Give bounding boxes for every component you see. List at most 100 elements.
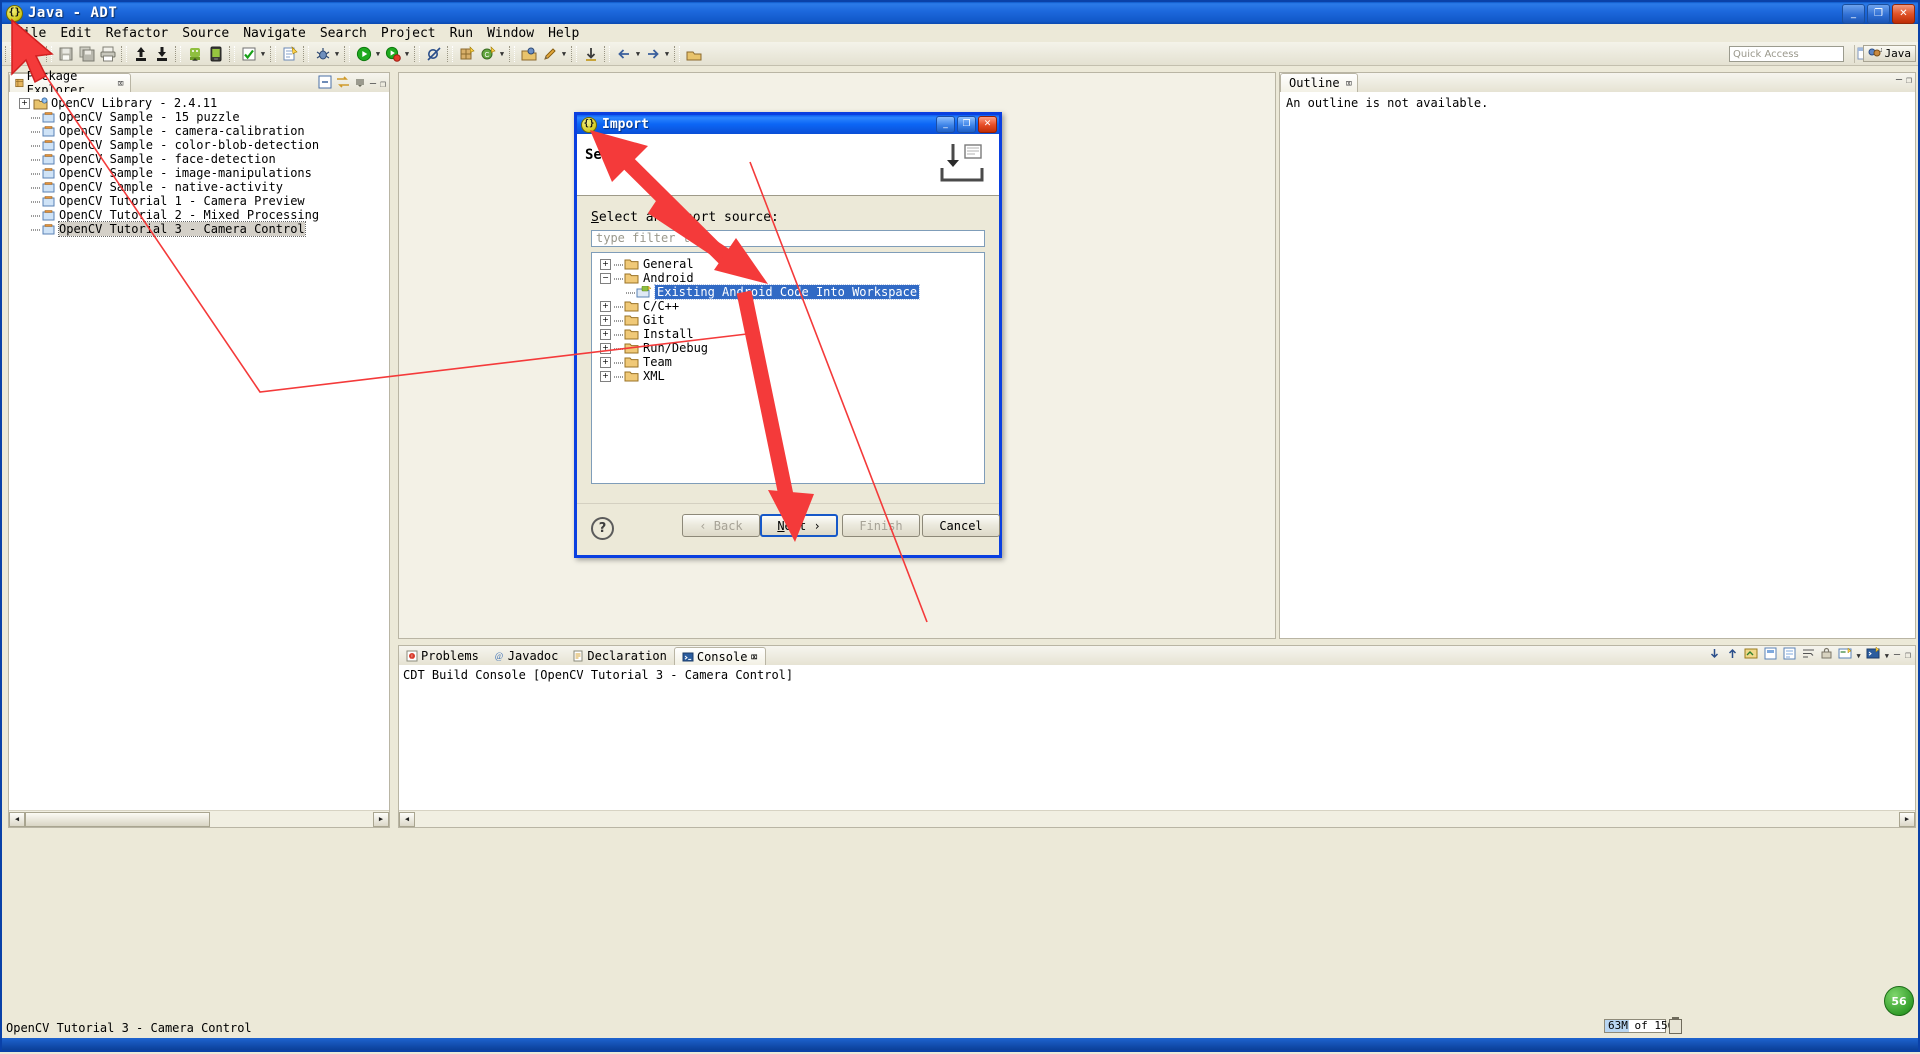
tab-javadoc[interactable]: @ Javadoc xyxy=(486,647,566,665)
minimize-icon[interactable]: ─ xyxy=(1896,75,1902,86)
clear-console-icon[interactable] xyxy=(1764,647,1778,664)
open-console-dropdown-icon[interactable]: ▼ xyxy=(1885,652,1889,660)
new-wizard-dropdown-icon[interactable]: ▼ xyxy=(35,45,43,63)
save-all-icon[interactable] xyxy=(77,44,96,63)
perspective-java-button[interactable]: J Java xyxy=(1862,45,1916,62)
view-menu-icon[interactable] xyxy=(354,76,366,92)
close-icon[interactable]: ⌧ xyxy=(750,650,757,664)
package-explorer-hscrollbar[interactable]: ◀ ▶ xyxy=(9,810,389,827)
tree-item-sample-image-manipulations[interactable]: OpenCV Sample - image-manipulations xyxy=(9,166,389,180)
dialog-maximize-button[interactable]: ❐ xyxy=(957,116,976,133)
menu-navigate[interactable]: Navigate xyxy=(236,25,313,42)
link-with-editor-icon[interactable] xyxy=(336,75,350,93)
tab-package-explorer[interactable]: Package Explorer ⌧ xyxy=(9,69,131,97)
forward-nav-dropdown-icon[interactable]: ▼ xyxy=(663,45,671,63)
finish-button[interactable]: Finish xyxy=(842,514,920,537)
pin-console-icon[interactable] xyxy=(1783,647,1797,664)
next-button[interactable]: Next › xyxy=(760,514,838,537)
new-wizard-icon[interactable] xyxy=(15,44,34,63)
expander-icon[interactable]: + xyxy=(600,328,611,340)
trash-icon[interactable] xyxy=(1669,1016,1682,1034)
open-console-icon[interactable] xyxy=(1866,646,1880,664)
run-icon[interactable] xyxy=(354,44,373,63)
tab-console[interactable]: Console ⌧ xyxy=(673,647,766,665)
menu-refactor[interactable]: Refactor xyxy=(99,25,176,42)
menu-run[interactable]: Run xyxy=(443,25,480,42)
menu-file[interactable]: File xyxy=(8,25,53,42)
hscroll-thumb[interactable] xyxy=(25,811,210,827)
dialog-tree-item-git[interactable]: + Git xyxy=(600,313,984,327)
tree-item-sample-color-blob-detection[interactable]: OpenCV Sample - color-blob-detection xyxy=(9,138,389,152)
menu-source[interactable]: Source xyxy=(175,25,236,42)
expander-icon[interactable]: + xyxy=(600,300,611,312)
scroll-right-button[interactable]: ▶ xyxy=(1899,811,1915,827)
tab-declaration[interactable]: Declaration xyxy=(565,647,673,665)
menu-search[interactable]: Search xyxy=(313,25,374,42)
menu-window[interactable]: Window xyxy=(480,25,541,42)
lint-dropdown-icon[interactable]: ▼ xyxy=(259,45,267,63)
back-nav-dropdown-icon[interactable]: ▼ xyxy=(634,45,642,63)
menu-edit[interactable]: Edit xyxy=(53,25,98,42)
scroll-down-icon[interactable] xyxy=(1708,647,1721,664)
dialog-tree-item-c-cpp[interactable]: + C/C++ xyxy=(600,299,984,313)
dialog-close-button[interactable]: ✕ xyxy=(978,116,997,133)
window-maximize-button[interactable]: ❐ xyxy=(1867,4,1890,24)
back-nav-icon[interactable] xyxy=(614,44,633,63)
back-button[interactable]: ‹ Back xyxy=(682,514,760,537)
dialog-tree-item-android[interactable]: − Android xyxy=(600,271,984,285)
dialog-tree-item-run-debug[interactable]: + Run/Debug xyxy=(600,341,984,355)
expander-icon[interactable]: + xyxy=(19,97,30,109)
tree-item-sample-native-activity[interactable]: OpenCV Sample - native-activity xyxy=(9,180,389,194)
scroll-right-button[interactable]: ▶ xyxy=(373,811,389,827)
dialog-tree-item-install[interactable]: + Install xyxy=(600,327,984,341)
expander-icon[interactable]: + xyxy=(600,370,611,382)
console-hscrollbar[interactable]: ◀ ▶ xyxy=(399,810,1915,827)
tree-item-sample-15-puzzle[interactable]: OpenCV Sample - 15 puzzle xyxy=(9,110,389,124)
console-maximize-icon[interactable]: ❐ xyxy=(1905,650,1911,661)
help-button[interactable]: ? xyxy=(591,517,614,540)
print-icon[interactable] xyxy=(98,44,117,63)
word-wrap-icon[interactable] xyxy=(1802,647,1815,664)
dialog-tree-item-xml[interactable]: + XML xyxy=(600,369,984,383)
expander-icon[interactable]: + xyxy=(600,356,611,368)
console-output[interactable]: CDT Build Console [OpenCV Tutorial 3 - C… xyxy=(399,665,1915,810)
run-external-tools-icon[interactable] xyxy=(383,44,402,63)
close-icon[interactable]: ⌧ xyxy=(1346,77,1353,90)
dialog-tree-item-general[interactable]: + General xyxy=(600,257,984,271)
tree-item-tutorial-3-camera-control[interactable]: OpenCV Tutorial 3 - Camera Control xyxy=(9,221,389,237)
open-perspective-toolbar-icon[interactable] xyxy=(684,44,703,63)
display-console-dropdown-icon[interactable]: ▼ xyxy=(1857,652,1861,660)
scroll-up-icon[interactable] xyxy=(1726,647,1739,664)
terminate-icon[interactable] xyxy=(1744,647,1759,664)
tree-item-sample-face-detection[interactable]: OpenCV Sample - face-detection xyxy=(9,152,389,166)
dialog-tree-item-existing-android-code[interactable]: Existing Android Code Into Workspace xyxy=(600,284,984,300)
tree-item-tutorial-1-camera-preview[interactable]: OpenCV Tutorial 1 - Camera Preview xyxy=(9,194,389,208)
expander-icon[interactable]: + xyxy=(600,258,611,270)
new-java-package-icon[interactable] xyxy=(457,44,476,63)
heap-status[interactable]: 63M of 156M xyxy=(1604,1016,1682,1034)
annotation-dropdown-icon[interactable]: ▼ xyxy=(560,45,568,63)
dialog-minimize-button[interactable]: _ xyxy=(936,116,955,133)
run-dropdown-icon[interactable]: ▼ xyxy=(374,45,382,63)
forward-nav-icon[interactable] xyxy=(643,44,662,63)
tab-problems[interactable]: ! Problems xyxy=(399,647,486,665)
lint-check-icon[interactable] xyxy=(239,44,258,63)
avd-manager-icon[interactable] xyxy=(206,44,225,63)
package-explorer-tree[interactable]: + J OpenCV Library - 2.4.11 OpenCV Sampl… xyxy=(9,92,389,807)
external-tools-dropdown-icon[interactable]: ▼ xyxy=(403,45,411,63)
export-up-icon[interactable] xyxy=(131,44,150,63)
tree-item-tutorial-2-mixed-processing[interactable]: OpenCV Tutorial 2 - Mixed Processing xyxy=(9,208,389,222)
debug-dropdown-icon[interactable]: ▼ xyxy=(333,45,341,63)
tree-item-sample-camera-calibration[interactable]: OpenCV Sample - camera-calibration xyxy=(9,124,389,138)
open-type-icon[interactable] xyxy=(519,44,538,63)
new-java-class-icon[interactable]: C xyxy=(478,44,497,63)
maximize-icon[interactable]: ❐ xyxy=(1906,75,1912,86)
scroll-lock-icon[interactable] xyxy=(1820,647,1833,664)
filter-input[interactable]: type filter text xyxy=(591,230,985,247)
android-sdk-manager-icon[interactable] xyxy=(185,44,204,63)
save-icon[interactable] xyxy=(56,44,75,63)
new-class-dropdown-icon[interactable]: ▼ xyxy=(498,45,506,63)
close-icon[interactable]: ⌧ xyxy=(117,77,124,90)
window-minimize-button[interactable]: _ xyxy=(1842,4,1865,24)
expander-icon[interactable]: + xyxy=(600,342,611,354)
